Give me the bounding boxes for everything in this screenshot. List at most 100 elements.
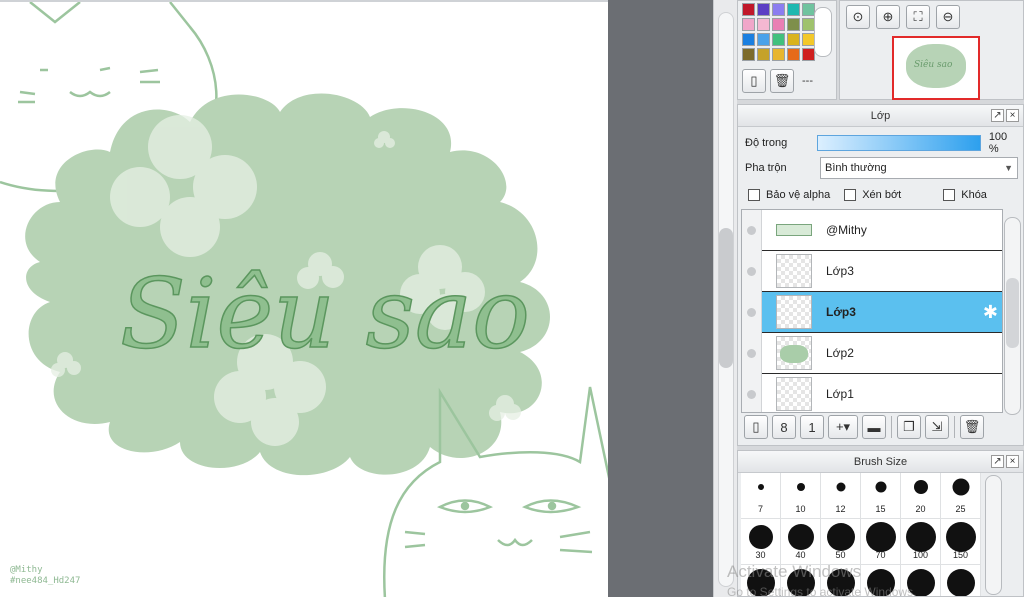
color-swatch[interactable]	[787, 33, 800, 46]
layer-toolbar: ▯ 8 1 +▾ ▬ ❐ ⇲ 🗑	[744, 415, 984, 439]
popout-icon[interactable]: ↗	[991, 109, 1004, 122]
close-icon[interactable]: ×	[1006, 455, 1019, 468]
scroll-thumb[interactable]	[719, 228, 733, 368]
brush-dot	[913, 480, 928, 494]
visibility-toggle[interactable]	[742, 291, 762, 333]
new-layer-icon[interactable]: ▯	[744, 415, 768, 439]
close-icon[interactable]: ×	[1006, 109, 1019, 122]
brush-size-label: 40	[795, 550, 806, 560]
merge-down-icon[interactable]: ⇲	[925, 415, 949, 439]
visibility-toggle[interactable]	[742, 373, 762, 412]
new-8bit-layer-icon[interactable]: 8	[772, 415, 796, 439]
palette-more-label: ---	[802, 75, 813, 87]
visibility-toggle[interactable]	[742, 332, 762, 374]
brush-size-option[interactable]: 30	[741, 519, 781, 565]
color-swatch[interactable]	[742, 33, 755, 46]
toolbar-separator	[891, 416, 892, 438]
visibility-toggle[interactable]	[742, 210, 762, 251]
clipping-checkbox[interactable]: Xén bớt	[844, 189, 901, 201]
preview-text: Siêu sao	[914, 60, 953, 70]
color-swatch[interactable]	[787, 48, 800, 61]
lock-checkbox[interactable]: Khóa	[943, 189, 987, 201]
visibility-toggle[interactable]	[742, 250, 762, 292]
brush-dot	[865, 522, 896, 552]
brush-size-option[interactable]: 70	[861, 519, 901, 565]
scroll-track[interactable]	[718, 12, 734, 587]
gear-icon[interactable]: ✱	[983, 302, 998, 323]
brush-size-label: 50	[835, 550, 846, 560]
layer-row[interactable]: Lớp2	[742, 332, 1002, 374]
color-swatch[interactable]	[757, 3, 770, 16]
brush-size-option[interactable]: 7	[741, 473, 781, 519]
popout-icon[interactable]: ↗	[991, 455, 1004, 468]
protect-alpha-checkbox[interactable]: Bảo vệ alpha	[748, 189, 830, 201]
brush-size-option[interactable]: 15	[861, 473, 901, 519]
color-swatch[interactable]	[742, 18, 755, 31]
checkbox-box[interactable]	[844, 189, 857, 201]
layer-name: Lớp3	[826, 305, 856, 319]
palette-scrollbar[interactable]	[814, 7, 832, 57]
brush-dot	[787, 524, 814, 550]
color-swatch[interactable]	[802, 48, 815, 61]
opacity-value: 100 %	[988, 131, 1008, 155]
brush-size-option[interactable]: 100	[901, 519, 941, 565]
brush-size-option[interactable]: 10	[781, 473, 821, 519]
checkbox-box[interactable]	[748, 189, 760, 201]
layer-thumbnail	[776, 224, 812, 236]
color-swatch[interactable]	[772, 3, 785, 16]
brush-size-option[interactable]: 25	[941, 473, 981, 519]
layer-row[interactable]: Lớp1	[742, 373, 1002, 412]
trash-icon[interactable]: 🗑	[770, 69, 794, 93]
color-swatch[interactable]	[757, 33, 770, 46]
color-swatch[interactable]	[742, 3, 755, 16]
brush-dot	[836, 482, 845, 492]
layer-thumbnail	[776, 254, 812, 288]
color-swatch[interactable]	[787, 3, 800, 16]
duplicate-layer-icon[interactable]: ❐	[897, 415, 921, 439]
navigator-toolbar: ⊙ ⊕ ⛶ ⊖	[846, 5, 960, 29]
brush-size-option[interactable]: 50	[821, 519, 861, 565]
color-swatch[interactable]	[742, 48, 755, 61]
zoom-in-icon[interactable]: ⊕	[876, 5, 900, 29]
color-swatch[interactable]	[757, 18, 770, 31]
layer-row-selected[interactable]: Lớp3 ✱	[742, 291, 1002, 333]
layer-list: @Mithy Lớp3 Lớp3 ✱ Lớp2 Lớp1	[741, 209, 1003, 413]
brush-size-label: 10	[795, 504, 806, 514]
clipping-label: Xén bớt	[862, 189, 902, 201]
layer-name: @Mithy	[826, 223, 867, 237]
color-swatch[interactable]	[757, 48, 770, 61]
new-1bit-layer-icon[interactable]: 1	[800, 415, 824, 439]
color-swatch[interactable]	[772, 33, 785, 46]
brush-size-scrollbar[interactable]	[985, 475, 1002, 595]
brush-size-option[interactable]: 12	[821, 473, 861, 519]
brush-size-option[interactable]: 20	[901, 473, 941, 519]
brush-size-option[interactable]: 40	[781, 519, 821, 565]
checkbox-box[interactable]	[943, 189, 956, 201]
brush-size-label: 150	[952, 550, 969, 560]
brush-size-option[interactable]	[941, 565, 981, 596]
drawing-canvas[interactable]: Siêu sao @Mithy #nee484_Hd247	[0, 0, 608, 597]
fullscreen-icon[interactable]: ⛶	[906, 5, 930, 29]
layer-row[interactable]: @Mithy	[742, 210, 1002, 251]
brush-size-option[interactable]: 150	[941, 519, 981, 565]
trash-icon[interactable]: 🗑	[960, 415, 984, 439]
navigator-preview[interactable]: Siêu sao	[892, 36, 980, 100]
opacity-slider[interactable]	[816, 135, 981, 151]
canvas-vertical-scrollbar[interactable]	[713, 0, 737, 597]
swatch-grid	[742, 3, 815, 61]
blend-mode-select[interactable]: Bình thường ▼	[820, 157, 1018, 179]
layer-row[interactable]: Lớp3	[742, 250, 1002, 292]
navigator-panel: ⊙ ⊕ ⛶ ⊖ Siêu sao	[839, 0, 1024, 100]
folder-icon[interactable]: ▬	[862, 415, 886, 439]
layer-thumbnail	[776, 377, 812, 411]
color-swatch[interactable]	[772, 48, 785, 61]
layer-list-scrollbar[interactable]	[1004, 217, 1021, 415]
color-swatch[interactable]	[772, 18, 785, 31]
zoom-out-icon[interactable]: ⊖	[936, 5, 960, 29]
add-layer-dropdown-icon[interactable]: +▾	[828, 415, 858, 439]
scroll-thumb[interactable]	[1006, 278, 1019, 348]
document-icon[interactable]: ▯	[742, 69, 766, 93]
zoom-fit-icon[interactable]: ⊙	[846, 5, 870, 29]
windows-activation-watermark: Activate Windows Go to Settings to activ…	[727, 562, 916, 597]
color-swatch[interactable]	[787, 18, 800, 31]
